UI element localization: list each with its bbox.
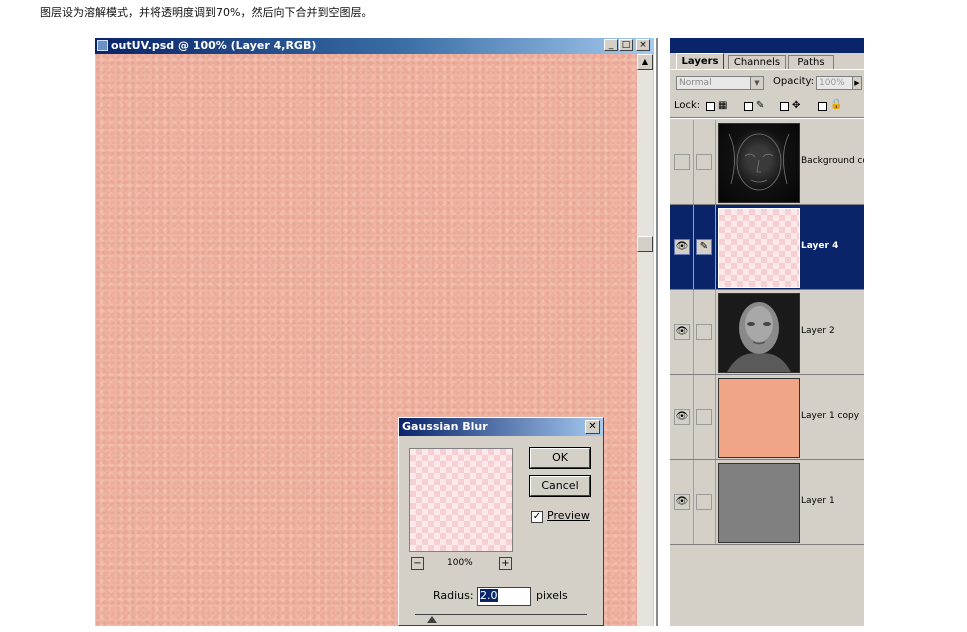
- link-toggle[interactable]: [696, 324, 712, 340]
- tab-channels[interactable]: Channels: [728, 55, 786, 69]
- link-toggle[interactable]: [696, 494, 712, 510]
- dialog-titlebar[interactable]: Gaussian Blur ✕: [399, 418, 603, 436]
- padlock-icon: 🔒: [830, 99, 843, 110]
- lock-all-checkbox[interactable]: [818, 102, 827, 111]
- tab-layers[interactable]: Layers: [676, 53, 724, 70]
- row-divider: [715, 120, 716, 204]
- lock-label: Lock:: [674, 100, 701, 111]
- layer-name: Layer 1 copy: [801, 411, 860, 421]
- lock-transparency-checkbox[interactable]: [706, 102, 715, 111]
- opacity-label: Opacity:: [773, 76, 815, 87]
- slider-thumb-icon[interactable]: [427, 616, 437, 623]
- layer-name: Layer 1: [801, 496, 835, 506]
- row-divider: [693, 460, 694, 544]
- palette-titlebar[interactable]: [670, 38, 864, 53]
- layer-name: Layer 4: [801, 241, 839, 251]
- instruction-caption: 图层设为溶解模式，并将透明度调到70%，然后向下合并到空图层。: [40, 6, 373, 19]
- options-separator: [670, 117, 864, 119]
- chevron-down-icon: ▼: [750, 77, 763, 89]
- row-divider: [715, 375, 716, 459]
- minimize-button[interactable]: _: [604, 39, 618, 51]
- lock-image-checkbox[interactable]: [744, 102, 753, 111]
- row-divider: [693, 205, 694, 289]
- eye-icon[interactable]: 👁: [674, 494, 690, 510]
- layer-name: Background co: [801, 156, 864, 166]
- row-divider: [693, 375, 694, 459]
- link-toggle[interactable]: [696, 154, 712, 170]
- gray-face-graphic: [727, 302, 791, 372]
- layer-name: Layer 2: [801, 326, 835, 336]
- row-divider: [715, 460, 716, 544]
- layer-row[interactable]: 👁 ✎ Layer 4: [670, 205, 864, 290]
- radius-value: 2.0: [480, 589, 498, 602]
- eye-icon[interactable]: 👁: [674, 324, 690, 340]
- tab-divider: [670, 69, 864, 70]
- eye-icon[interactable]: 👁: [674, 239, 690, 255]
- radius-label: Radius:: [433, 589, 474, 602]
- lock-position-checkbox[interactable]: [780, 102, 789, 111]
- visibility-toggle[interactable]: [674, 154, 690, 170]
- blend-mode-select[interactable]: Normal ▼: [676, 76, 764, 90]
- transparency-lock-icon: ▦: [718, 100, 728, 111]
- row-divider: [693, 120, 694, 204]
- zoom-out-button[interactable]: −: [411, 557, 424, 570]
- opacity-input[interactable]: 100%: [816, 76, 854, 90]
- preview-checkbox[interactable]: ✓: [531, 511, 543, 523]
- maximize-button[interactable]: □: [619, 39, 633, 51]
- ok-button[interactable]: OK: [529, 447, 591, 469]
- document-titlebar[interactable]: outUV.psd @ 100% (Layer 4,RGB) _ □ ×: [95, 38, 654, 54]
- tab-paths[interactable]: Paths: [788, 55, 834, 69]
- brush-lock-icon: ✎: [756, 100, 765, 111]
- dialog-title: Gaussian Blur: [402, 420, 488, 433]
- vertical-scrollbar[interactable]: ▲: [637, 54, 653, 626]
- preview-label: Preview: [547, 509, 590, 522]
- close-icon[interactable]: ✕: [585, 420, 600, 434]
- radius-input[interactable]: 2.0: [477, 587, 531, 606]
- zoom-in-button[interactable]: +: [499, 557, 512, 570]
- layer-row[interactable]: Background co: [670, 120, 864, 205]
- photoshop-app-icon: [97, 40, 108, 51]
- workspace-divider: [656, 38, 658, 626]
- eye-icon[interactable]: 👁: [674, 409, 690, 425]
- gaussian-blur-dialog: Gaussian Blur ✕ − 100% + OK Cancel ✓ Pre…: [398, 417, 604, 626]
- layer-thumbnail: [718, 208, 800, 288]
- row-divider: [715, 290, 716, 374]
- layer-row[interactable]: 👁 Layer 2: [670, 290, 864, 375]
- cancel-button[interactable]: Cancel: [529, 475, 591, 497]
- document-title: outUV.psd @ 100% (Layer 4,RGB): [111, 39, 317, 52]
- row-divider: [715, 205, 716, 289]
- radius-units: pixels: [536, 589, 568, 602]
- layers-palette: Layers Channels Paths Normal ▼ Opacity: …: [670, 38, 864, 626]
- layer-thumbnail: [718, 463, 800, 543]
- close-button[interactable]: ×: [636, 39, 650, 51]
- face-edges-graphic: [728, 133, 790, 191]
- radius-slider[interactable]: [415, 614, 587, 615]
- move-lock-icon: ✥: [792, 100, 801, 111]
- layer-thumbnail: [718, 293, 800, 373]
- row-divider: [693, 290, 694, 374]
- zoom-level: 100%: [447, 558, 473, 568]
- opacity-arrow-icon[interactable]: ▶: [852, 76, 862, 90]
- blur-preview[interactable]: [409, 448, 513, 552]
- layer-row[interactable]: 👁 Layer 1: [670, 460, 864, 545]
- layer-thumbnail: [718, 123, 800, 203]
- scroll-up-icon[interactable]: ▲: [637, 54, 653, 70]
- layer-thumbnail: [718, 378, 800, 458]
- layer-row[interactable]: 👁 Layer 1 copy: [670, 375, 864, 460]
- scroll-thumb[interactable]: [637, 236, 653, 252]
- brush-icon[interactable]: ✎: [696, 239, 712, 255]
- link-toggle[interactable]: [696, 409, 712, 425]
- blend-mode-value: Normal: [679, 78, 712, 88]
